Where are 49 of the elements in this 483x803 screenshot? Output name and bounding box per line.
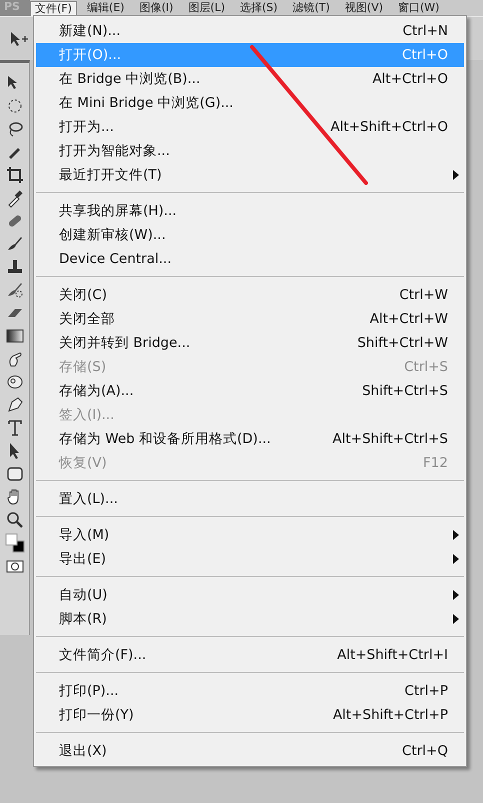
menu-item[interactable]: 共享我的屏幕(H)...: [36, 199, 464, 223]
menu-item[interactable]: 导出(E): [36, 547, 464, 571]
menu-item[interactable]: 关闭并转到 Bridge... Shift+Ctrl+W: [36, 331, 464, 355]
menu-item[interactable]: 在 Mini Bridge 中浏览(G)...: [36, 91, 464, 115]
menu-item[interactable]: 置入(L)...: [36, 487, 464, 511]
menu-item[interactable]: 在 Bridge 中浏览(B)... Alt+Ctrl+O: [36, 67, 464, 91]
menubar-item[interactable]: 图层(L): [183, 0, 230, 16]
menu-item[interactable]: 创建新审核(W)...: [36, 223, 464, 247]
menu-item[interactable]: 打印(P)... Ctrl+P: [36, 679, 464, 703]
menu-item[interactable]: 打印一份(Y) Alt+Shift+Ctrl+P: [36, 703, 464, 727]
menu-item[interactable]: 自动(U): [36, 583, 464, 607]
menubar-item[interactable]: 滤镜(T): [288, 0, 335, 16]
menubar-item[interactable]: 视图(V): [340, 0, 388, 16]
menu-item[interactable]: 新建(N)... Ctrl+N: [36, 19, 464, 43]
menubar-item[interactable]: 窗口(W): [393, 0, 444, 16]
shortcut-text: Ctrl+S: [404, 358, 448, 377]
menu-item[interactable]: 存储为 Web 和设备所用格式(D)... Alt+Shift+Ctrl+S: [36, 427, 464, 451]
shortcut-text: Ctrl+N: [402, 22, 448, 41]
shortcut-text: Ctrl+P: [404, 682, 448, 701]
shortcut-text: Shift+Ctrl+W: [357, 334, 448, 353]
menu-item[interactable]: 退出(X) Ctrl+Q: [36, 739, 464, 763]
menu-item[interactable]: 最近打开文件(T): [36, 163, 464, 187]
menubar-item[interactable]: 编辑(E): [82, 0, 130, 16]
shortcut-text: Alt+Ctrl+O: [372, 70, 448, 89]
shortcut-text: Alt+Ctrl+W: [370, 310, 448, 329]
shortcut-text: Alt+Shift+Ctrl+P: [332, 706, 448, 725]
menubar-item[interactable]: 文件(F): [30, 0, 77, 16]
menu-item[interactable]: 打开为... Alt+Shift+Ctrl+O: [36, 115, 464, 139]
menubar-item[interactable]: 图像(I): [134, 0, 178, 16]
shortcut-text: F12: [423, 454, 448, 473]
shortcut-text: Ctrl+O: [402, 46, 448, 65]
menu-item[interactable]: 关闭(C) Ctrl+W: [36, 283, 464, 307]
menu-item[interactable]: 关闭全部 Alt+Ctrl+W: [36, 307, 464, 331]
shortcut-text: Alt+Shift+Ctrl+I: [337, 646, 448, 665]
menu-item[interactable]: 存储为(A)... Shift+Ctrl+S: [36, 379, 464, 403]
shortcut-text: Ctrl+W: [399, 286, 448, 305]
shortcut-text: Shift+Ctrl+S: [362, 382, 448, 401]
menubar-item[interactable]: 选择(S): [235, 0, 283, 16]
menu-item[interactable]: Device Central...: [36, 247, 464, 271]
menu-item[interactable]: 导入(M): [36, 523, 464, 547]
menu-item[interactable]: 文件简介(F)... Alt+Shift+Ctrl+I: [36, 643, 464, 667]
shortcut-text: Ctrl+Q: [402, 742, 448, 761]
crop-icon[interactable]: [4, 165, 24, 185]
zoom-icon[interactable]: [4, 510, 24, 530]
shortcut-text: Alt+Shift+Ctrl+O: [330, 118, 448, 137]
menu-item[interactable]: 打开为智能对象...: [36, 139, 464, 163]
menu-item[interactable]: 脚本(R): [36, 607, 464, 631]
color-swatches-icon[interactable]: [4, 533, 24, 553]
shortcut-text: Alt+Shift+Ctrl+S: [332, 430, 448, 449]
